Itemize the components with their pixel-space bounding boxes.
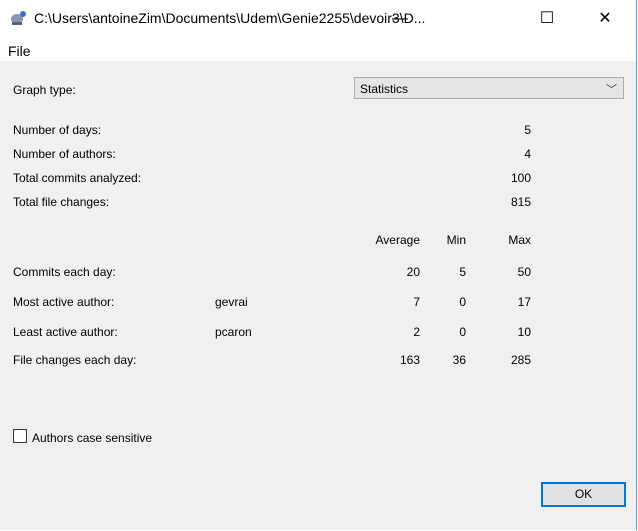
least-active-author-name: pcaron xyxy=(215,325,252,339)
header-average: Average xyxy=(375,233,420,247)
stat-average: 20 xyxy=(406,265,420,279)
authors-value: 4 xyxy=(524,147,531,161)
stat-average: 2 xyxy=(413,325,420,339)
authors-label: Number of authors: xyxy=(13,147,116,161)
menu-file[interactable]: File xyxy=(8,43,31,59)
stat-average: 163 xyxy=(399,353,420,367)
stat-max: 10 xyxy=(517,325,531,339)
commits-label: Total commits analyzed: xyxy=(13,171,142,185)
app-icon xyxy=(11,11,26,25)
stat-max: 285 xyxy=(510,353,531,367)
most-active-author-name: gevrai xyxy=(215,295,248,309)
graph-type-value: Statistics xyxy=(360,82,409,96)
stat-min: 0 xyxy=(459,295,466,309)
stat-average: 7 xyxy=(413,295,420,309)
file-changes-value: 815 xyxy=(510,195,531,209)
stat-label: Least active author: xyxy=(13,325,118,339)
stat-label: File changes each day: xyxy=(13,353,137,367)
stat-min: 0 xyxy=(459,325,466,339)
ok-button[interactable]: OK xyxy=(541,482,626,507)
minimize-button[interactable]: — xyxy=(385,8,415,30)
maximize-button[interactable]: ☐ xyxy=(532,8,562,30)
stat-max: 50 xyxy=(517,265,531,279)
stat-label: Commits each day: xyxy=(13,265,116,279)
window-title: C:\Users\antoineZim\Documents\Udem\Genie… xyxy=(34,10,426,26)
stat-min: 36 xyxy=(452,353,466,367)
header-max: Max xyxy=(508,233,531,247)
title-bar: C:\Users\antoineZim\Documents\Udem\Genie… xyxy=(0,0,636,38)
close-button[interactable]: ✕ xyxy=(590,8,620,30)
graph-type-select[interactable]: Statistics ﹀ xyxy=(354,77,624,99)
file-changes-label: Total file changes: xyxy=(13,195,110,209)
days-value: 5 xyxy=(524,123,531,137)
authors-case-sensitive-label[interactable]: Authors case sensitive xyxy=(32,431,152,445)
stat-max: 17 xyxy=(517,295,531,309)
commits-value: 100 xyxy=(510,171,531,185)
main-window: C:\Users\antoineZim\Documents\Udem\Genie… xyxy=(0,0,637,530)
authors-case-sensitive-checkbox[interactable] xyxy=(13,429,27,443)
days-label: Number of days: xyxy=(13,123,102,137)
header-min: Min xyxy=(446,233,466,247)
chevron-down-icon: ﹀ xyxy=(606,84,617,96)
menu-bar: File xyxy=(0,38,636,61)
stat-min: 5 xyxy=(459,265,466,279)
graph-type-label: Graph type: xyxy=(13,83,76,97)
stat-label: Most active author: xyxy=(13,295,115,309)
